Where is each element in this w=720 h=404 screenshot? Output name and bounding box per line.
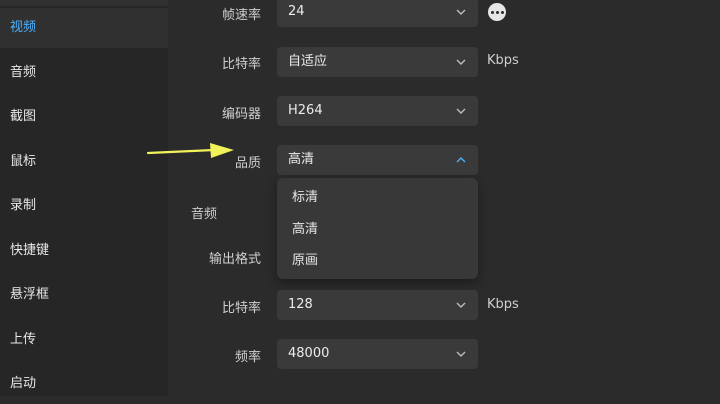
quality-option-hd[interactable]: 高清	[277, 215, 478, 245]
samplerate-value: 48000	[288, 346, 330, 361]
video-bitrate-select[interactable]: 自适应	[277, 47, 478, 77]
audio-bitrate-unit: Kbps	[487, 297, 519, 312]
output-format-label: 输出格式	[208, 252, 261, 267]
sidebar-item-upload[interactable]: 上传	[0, 320, 168, 360]
dot	[495, 10, 499, 14]
chevron-down-icon	[455, 290, 467, 320]
chevron-up-icon	[455, 145, 467, 175]
video-bitrate-value: 自适应	[288, 54, 328, 69]
quality-select[interactable]: 高清	[277, 145, 478, 175]
chevron-down-icon	[455, 96, 467, 126]
encoder-select[interactable]: H264	[277, 96, 478, 126]
samplerate-select[interactable]: 48000	[277, 339, 478, 369]
more-options-button[interactable]	[488, 3, 506, 21]
audio-bitrate-label: 比特率	[221, 301, 261, 316]
dot	[490, 10, 494, 14]
encoder-label: 编码器	[221, 107, 261, 122]
sidebar-item-startup[interactable]: 启动	[0, 364, 168, 404]
video-bitrate-unit: Kbps	[487, 53, 519, 68]
framerate-value: 24	[288, 4, 305, 19]
sidebar-item-screenshot[interactable]: 截图	[0, 97, 168, 137]
sidebar: 视频 音频 截图 鼠标 录制 快捷键 悬浮框 上传 启动	[0, 0, 168, 396]
framerate-label: 帧速率	[221, 8, 261, 23]
quality-value: 高清	[288, 152, 315, 167]
chevron-down-icon	[455, 339, 467, 369]
quality-option-original[interactable]: 原画	[277, 246, 478, 276]
audio-section-label: 音频	[191, 207, 218, 222]
encoder-value: H264	[288, 103, 323, 118]
framerate-select[interactable]: 24	[277, 0, 478, 27]
samplerate-label: 频率	[234, 350, 261, 365]
audio-bitrate-value: 128	[288, 297, 313, 312]
sidebar-item-audio[interactable]: 音频	[0, 53, 168, 93]
sidebar-item-video[interactable]: 视频	[0, 8, 168, 48]
quality-dropdown: 标清 高清 原画	[277, 178, 478, 279]
quality-option-standard[interactable]: 标清	[277, 183, 478, 213]
sidebar-item-shortcuts[interactable]: 快捷键	[0, 231, 168, 271]
sidebar-item-record[interactable]: 录制	[0, 186, 168, 226]
audio-bitrate-select[interactable]: 128	[277, 290, 478, 320]
dot	[500, 10, 504, 14]
sidebar-top-strip	[0, 0, 168, 6]
video-bitrate-label: 比特率	[221, 57, 261, 72]
quality-label: 品质	[234, 156, 261, 171]
sidebar-item-mouse[interactable]: 鼠标	[0, 142, 168, 182]
chevron-down-icon	[455, 0, 467, 27]
chevron-down-icon	[455, 47, 467, 77]
sidebar-item-floating-window[interactable]: 悬浮框	[0, 275, 168, 315]
